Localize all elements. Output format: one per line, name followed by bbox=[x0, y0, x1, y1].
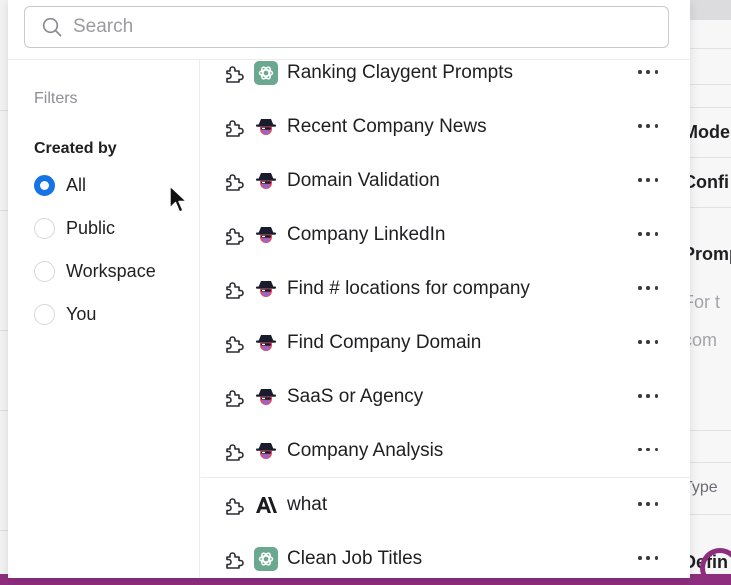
background-fragment: Promp bbox=[690, 244, 731, 264]
window-accent-corner bbox=[700, 548, 731, 585]
more-icon[interactable] bbox=[638, 124, 658, 130]
more-icon[interactable] bbox=[638, 394, 658, 400]
background-fragment: Confi bbox=[690, 172, 729, 192]
claygent-logo-icon bbox=[256, 173, 276, 189]
puzzle-icon bbox=[226, 174, 244, 191]
claygent-logo-icon bbox=[256, 119, 276, 135]
puzzle-icon bbox=[226, 390, 244, 407]
list-item[interactable]: Ranking Claygent Prompts bbox=[201, 46, 690, 100]
background-left-strip bbox=[0, 0, 8, 585]
list-item-label: Company LinkedIn bbox=[287, 224, 446, 245]
filter-option-workspace[interactable]: Workspace bbox=[34, 259, 156, 283]
background-right-panel: Mode Confi Promp For t com Type Defin bbox=[690, 0, 731, 585]
puzzle-icon bbox=[226, 498, 244, 515]
filter-option-label: You bbox=[66, 303, 97, 324]
list-item-label: Company Analysis bbox=[287, 439, 444, 461]
list-item-label: Ranking Claygent Prompts bbox=[287, 62, 513, 83]
filter-option-all[interactable]: All bbox=[34, 173, 86, 197]
list-item[interactable]: Company LinkedIn bbox=[201, 208, 690, 262]
list-item[interactable]: what bbox=[201, 478, 690, 532]
list-item[interactable]: Recent Company News bbox=[201, 100, 690, 154]
claygent-logo-icon bbox=[256, 335, 276, 351]
list-item[interactable]: Domain Validation bbox=[201, 154, 690, 208]
search-icon bbox=[41, 16, 63, 38]
background-fragment: com bbox=[690, 330, 718, 350]
list-item[interactable]: Company Analysis bbox=[201, 424, 690, 478]
puzzle-icon bbox=[226, 228, 244, 245]
puzzle-icon bbox=[226, 282, 244, 299]
more-icon[interactable] bbox=[638, 502, 658, 508]
more-icon[interactable] bbox=[638, 286, 658, 292]
more-icon[interactable] bbox=[638, 232, 658, 238]
background-fragment: Mode bbox=[690, 122, 730, 142]
list-item-label: Find # locations for company bbox=[287, 278, 530, 299]
puzzle-icon bbox=[226, 552, 244, 569]
filters-sidebar: Filters Created by All Public Workspace … bbox=[8, 60, 200, 578]
list-item[interactable]: Find # locations for company bbox=[201, 262, 690, 316]
puzzle-icon bbox=[226, 336, 244, 353]
list-item-label: Recent Company News bbox=[287, 116, 487, 137]
background-fragment: Type bbox=[690, 479, 718, 496]
puzzle-icon bbox=[226, 443, 244, 461]
filter-option-label: Public bbox=[66, 217, 116, 238]
list-item-label: SaaS or Agency bbox=[287, 386, 424, 407]
filter-option-you[interactable]: You bbox=[34, 302, 96, 326]
puzzle-icon bbox=[226, 120, 244, 137]
anthropic-logo-icon bbox=[256, 497, 277, 513]
list-item-label: Clean Job Titles bbox=[287, 548, 423, 569]
filter-option-public[interactable]: Public bbox=[34, 216, 115, 240]
puzzle-icon bbox=[226, 66, 244, 83]
more-icon[interactable] bbox=[638, 447, 658, 454]
search-field[interactable] bbox=[24, 6, 669, 48]
radio-unchecked-icon[interactable] bbox=[34, 217, 55, 239]
claygent-logo-icon bbox=[256, 227, 276, 243]
mouse-cursor-icon bbox=[169, 185, 188, 213]
radio-checked-icon[interactable] bbox=[34, 174, 55, 196]
filter-option-label: All bbox=[66, 174, 87, 195]
openai-logo-icon bbox=[254, 61, 278, 85]
list-item-label: what bbox=[287, 494, 328, 515]
list-item-label: Find Company Domain bbox=[287, 332, 482, 353]
search-input[interactable] bbox=[73, 16, 633, 38]
claygent-logo-icon bbox=[256, 442, 276, 459]
prompt-list: Ranking Claygent Prompts Recent Company … bbox=[201, 46, 690, 578]
list-item[interactable]: Clean Job Titles bbox=[201, 532, 690, 578]
more-icon[interactable] bbox=[638, 70, 658, 76]
claygent-logo-icon bbox=[256, 281, 276, 297]
openai-logo-icon bbox=[254, 547, 278, 571]
prompt-picker-modal: Filters Created by All Public Workspace … bbox=[8, 0, 690, 578]
radio-unchecked-icon[interactable] bbox=[34, 303, 55, 325]
claygent-logo-icon bbox=[256, 389, 276, 405]
list-item-label: Domain Validation bbox=[287, 170, 440, 191]
background-fragment: For t bbox=[690, 292, 721, 312]
more-icon[interactable] bbox=[638, 178, 658, 184]
list-item[interactable]: Find Company Domain bbox=[201, 316, 690, 370]
more-icon[interactable] bbox=[638, 556, 658, 562]
created-by-heading: Created by bbox=[34, 140, 117, 157]
filters-heading: Filters bbox=[34, 90, 78, 107]
radio-unchecked-icon[interactable] bbox=[34, 260, 55, 282]
list-item[interactable]: SaaS or Agency bbox=[201, 370, 690, 424]
filter-option-label: Workspace bbox=[66, 260, 156, 281]
more-icon[interactable] bbox=[638, 340, 658, 346]
